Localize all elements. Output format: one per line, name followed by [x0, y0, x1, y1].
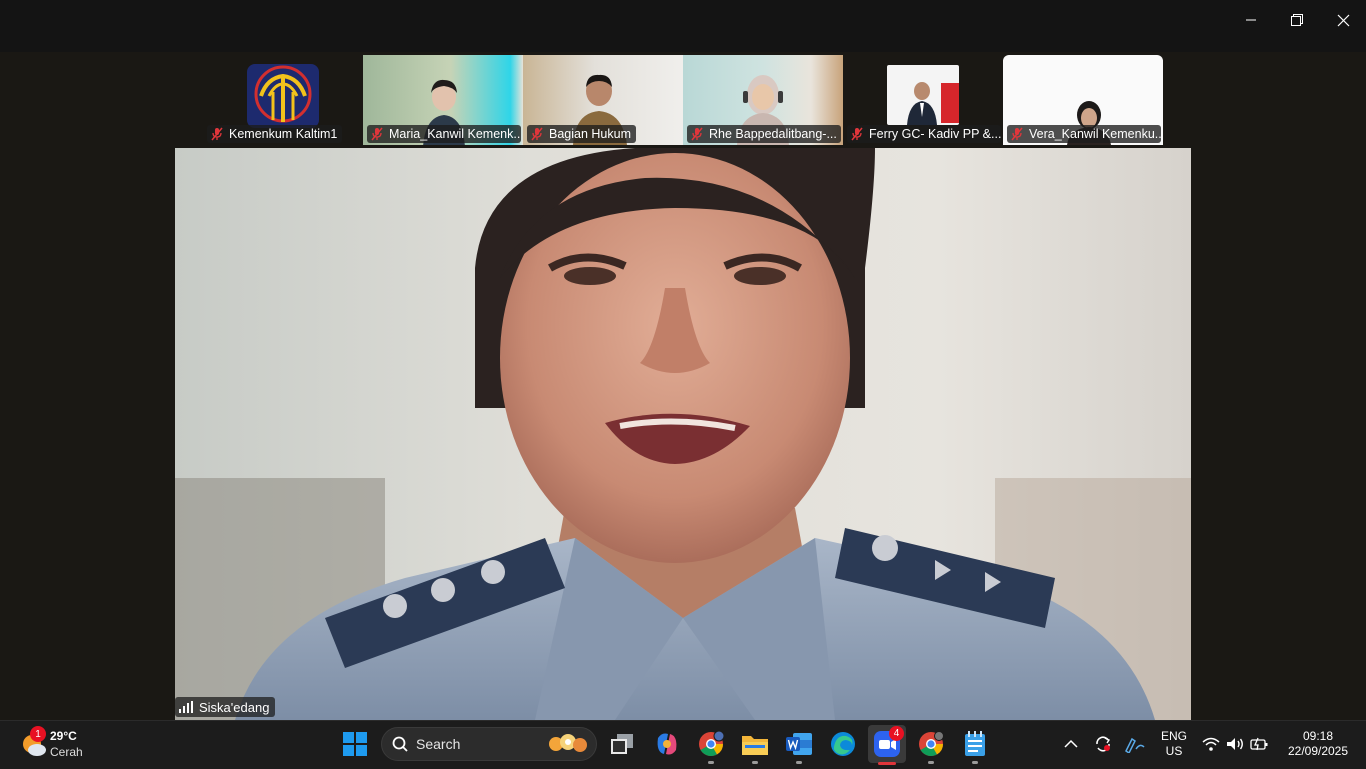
participant-strip: Kemenkum Kaltim1 Maria_Kanwil Kemenk... …	[0, 52, 1366, 148]
zoom-button[interactable]: 4	[868, 725, 906, 765]
file-explorer-button[interactable]	[738, 728, 772, 764]
sync-icon	[1096, 736, 1111, 752]
notepad-button[interactable]	[958, 728, 992, 764]
folder-icon	[742, 736, 768, 755]
participant-name-label: Kemenkum Kaltim1	[207, 125, 343, 143]
zoom-notification-badge: 4	[889, 726, 904, 741]
participant-name-label: Bagian Hukum	[527, 125, 636, 143]
weather-condition: Cerah	[50, 745, 83, 759]
active-speaker-video	[175, 148, 1191, 720]
taskbar-search-box[interactable]: Search	[381, 727, 597, 761]
windows-logo-icon	[343, 732, 367, 756]
task-view-icon	[611, 734, 633, 754]
word-icon	[786, 733, 812, 755]
start-button[interactable]	[338, 728, 372, 760]
weather-badge: 1	[30, 726, 46, 742]
participant-tile[interactable]: Bagian Hukum	[523, 55, 683, 145]
mic-muted-icon	[531, 127, 543, 141]
zoom-active-indicator	[878, 762, 896, 765]
speaker-volume-icon	[1227, 738, 1243, 750]
chrome-icon	[919, 731, 944, 757]
participant-name-label: Ferry GC- Kadiv PP &...	[847, 125, 1001, 143]
window-title-bar	[0, 0, 1366, 52]
copilot-icon	[657, 733, 677, 755]
edge-icon	[831, 732, 855, 756]
organization-logo-icon	[247, 64, 319, 128]
clock-date: 22/09/2025	[1287, 744, 1349, 758]
pen-input-icon	[1125, 737, 1145, 753]
mic-muted-icon	[211, 127, 223, 141]
weather-widget[interactable]: 1 29°C Cerah	[18, 726, 108, 762]
restore-icon	[1291, 14, 1303, 26]
clock-time: 09:18	[1302, 729, 1334, 743]
minimize-button[interactable]	[1228, 6, 1274, 34]
participant-name-label: Maria_Kanwil Kemenk...	[367, 125, 521, 143]
clock[interactable]: 09:18 22/09/2025	[1278, 729, 1358, 759]
chrome-button[interactable]	[914, 728, 948, 764]
wifi-icon	[1202, 737, 1220, 751]
battery-charging-icon	[1250, 737, 1268, 751]
search-highlight-art-icon	[549, 734, 587, 752]
battery-tray-button[interactable]	[1246, 728, 1272, 760]
participant-video-thumbnail	[887, 65, 959, 125]
copilot-button[interactable]	[650, 728, 684, 760]
word-button[interactable]	[782, 728, 816, 764]
speaker-video-frame	[175, 148, 1191, 720]
sync-tray-button[interactable]	[1088, 728, 1118, 760]
search-icon	[392, 736, 408, 752]
participant-tile[interactable]: Rhe Bappedalitbang-...	[683, 55, 843, 145]
edge-button[interactable]	[826, 728, 860, 760]
participant-tile[interactable]: Ferry GC- Kadiv PP &...	[843, 55, 1003, 145]
participant-tile[interactable]: Maria_Kanwil Kemenk...	[363, 55, 523, 145]
close-icon	[1337, 14, 1349, 26]
minimize-icon	[1246, 19, 1256, 21]
close-button[interactable]	[1320, 6, 1366, 34]
pen-tray-button[interactable]	[1120, 728, 1150, 760]
participant-tile[interactable]: Kemenkum Kaltim1	[203, 55, 363, 145]
weather-temp: 29°C	[50, 729, 77, 743]
participant-name-label: Rhe Bappedalitbang-...	[687, 125, 841, 143]
task-view-button[interactable]	[605, 728, 639, 760]
notepad-icon	[965, 731, 985, 756]
participant-name-label: Vera_Kanwil Kemenku...	[1007, 125, 1161, 143]
participant-tile[interactable]: Vera_Kanwil Kemenku...	[1003, 55, 1163, 145]
search-label: Search	[416, 736, 461, 752]
chrome-profile-button[interactable]	[694, 728, 728, 764]
wifi-tray-button[interactable]	[1198, 728, 1224, 760]
input-language-indicator[interactable]: ENG US	[1156, 729, 1192, 759]
chevron-up-icon	[1064, 739, 1078, 748]
chrome-icon	[699, 731, 724, 757]
volume-tray-button[interactable]	[1222, 728, 1248, 760]
mic-muted-icon	[1011, 127, 1023, 141]
mic-muted-icon	[371, 127, 383, 141]
active-speaker-name-label: Siska'edang	[175, 697, 276, 717]
mic-muted-icon	[851, 127, 863, 141]
signal-strength-icon	[179, 701, 193, 713]
show-hidden-icons-button[interactable]	[1056, 728, 1086, 760]
restore-button[interactable]	[1274, 6, 1320, 34]
mic-muted-icon	[691, 127, 703, 141]
